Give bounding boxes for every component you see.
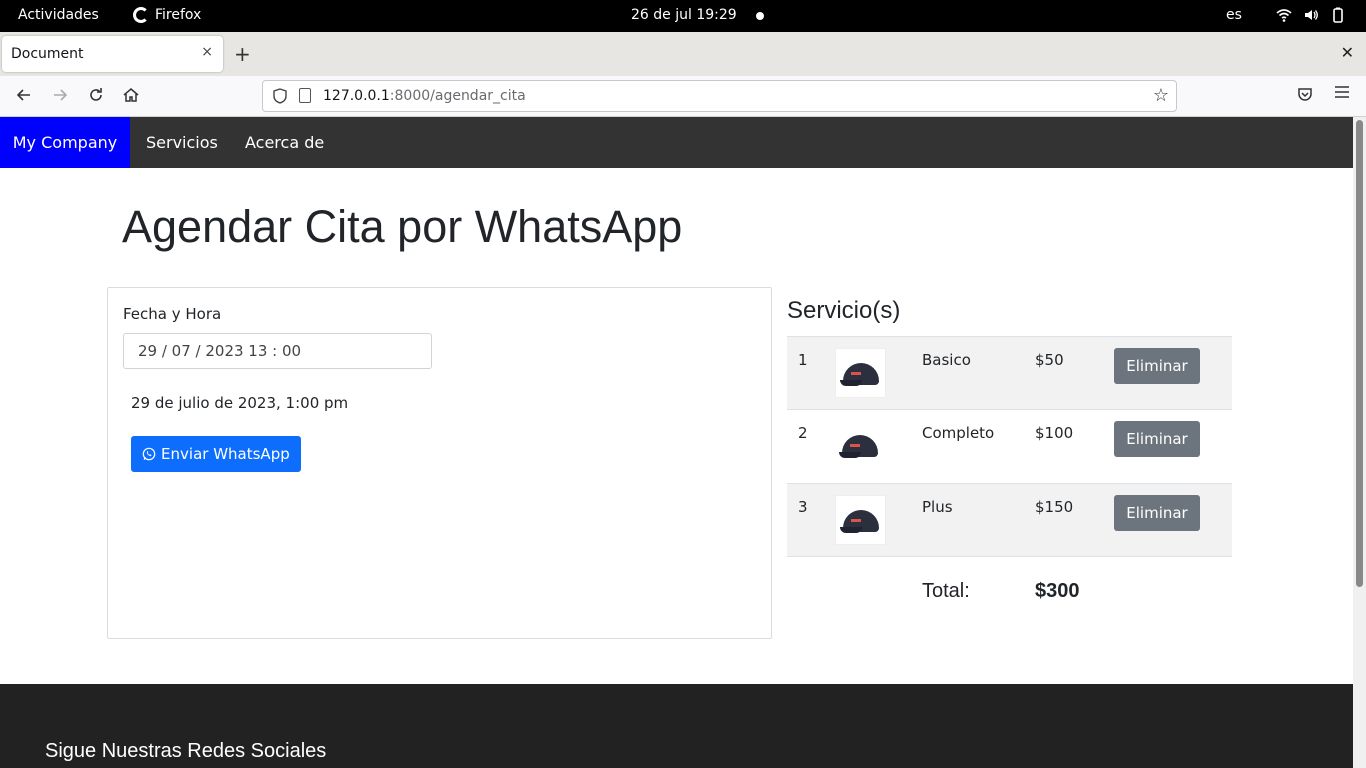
table-row: 2 Completo $100 Eliminar (787, 409, 1232, 483)
service-price: $50 (1035, 351, 1064, 369)
tracking-protection-icon[interactable] (272, 88, 288, 108)
forward-icon[interactable] (51, 86, 69, 109)
hamburger-menu-icon[interactable] (1334, 83, 1350, 105)
remove-service-button[interactable]: Eliminar (1114, 421, 1200, 457)
browser-toolbar: 127.0.0.1:8000/agendar_cita ☆ (0, 76, 1366, 117)
total-value: $300 (1035, 580, 1080, 602)
remove-service-button[interactable]: Eliminar (1114, 495, 1200, 531)
nav-link-servicios[interactable]: Servicios (146, 117, 218, 168)
url-host: 127.0.0.1 (323, 88, 390, 104)
whatsapp-icon (142, 447, 156, 461)
reload-icon[interactable] (87, 86, 105, 109)
app-menu[interactable]: Firefox (133, 7, 201, 23)
cap-thumbnail (835, 495, 886, 545)
close-window-icon[interactable]: ✕ (1341, 43, 1354, 62)
appointment-form-card: Fecha y Hora 29 / 07 / 2023 13 : 00 29 d… (107, 287, 772, 639)
service-price: $150 (1035, 498, 1074, 516)
clock[interactable]: 26 de jul 19:29 (631, 7, 737, 23)
formatted-date: 29 de julio de 2023, 1:00 pm (131, 394, 349, 412)
services-table: 1 Basico $50 Eliminar 2 Completo $100 El… (787, 336, 1232, 628)
row-number: 3 (798, 498, 808, 516)
home-icon[interactable] (122, 86, 140, 109)
cap-thumbnail (835, 421, 886, 471)
services-title: Servicio(s) (787, 297, 901, 324)
table-row: 1 Basico $50 Eliminar (787, 336, 1232, 409)
new-tab-button[interactable]: + (234, 42, 251, 66)
total-row: Total: $300 (787, 556, 1232, 628)
web-page: My Company Servicios Acerca de Agendar C… (0, 117, 1353, 768)
service-name: Plus (922, 498, 953, 516)
remove-service-button[interactable]: Eliminar (1114, 348, 1200, 384)
activities-button[interactable]: Actividades (18, 7, 99, 23)
page-scrollbar[interactable] (1353, 117, 1366, 768)
volume-icon (1303, 7, 1319, 23)
cap-thumbnail (835, 348, 886, 398)
browser-tab[interactable]: Document × (2, 36, 223, 72)
nav-link-acerca-de[interactable]: Acerca de (245, 117, 324, 168)
total-label: Total: (922, 580, 970, 602)
system-tray[interactable] (1276, 7, 1346, 23)
language-indicator[interactable]: es (1226, 7, 1242, 23)
table-row: 3 Plus $150 Eliminar (787, 483, 1232, 556)
url-bar[interactable]: 127.0.0.1:8000/agendar_cita ☆ (262, 80, 1177, 112)
site-footer: Sigue Nuestras Redes Sociales (0, 684, 1353, 768)
pocket-icon[interactable] (1297, 86, 1313, 106)
wifi-icon (1276, 7, 1292, 23)
service-name: Completo (922, 424, 995, 442)
service-price: $100 (1035, 424, 1074, 442)
battery-icon (1330, 7, 1346, 23)
tab-strip: Document × + ✕ (0, 32, 1366, 76)
service-name: Basico (922, 351, 971, 369)
close-tab-icon[interactable]: × (201, 44, 213, 60)
datetime-input[interactable]: 29 / 07 / 2023 13 : 00 (123, 333, 432, 369)
notification-dot-icon (756, 12, 764, 20)
datetime-label: Fecha y Hora (123, 305, 222, 323)
system-top-bar: Actividades Firefox 26 de jul 19:29 es (0, 0, 1366, 32)
site-navbar: My Company Servicios Acerca de (0, 117, 1353, 168)
back-icon[interactable] (15, 86, 33, 109)
firefox-icon (133, 7, 149, 23)
url-path: :8000/agendar_cita (389, 88, 526, 104)
app-name: Firefox (155, 7, 202, 23)
bookmark-star-icon[interactable]: ☆ (1153, 85, 1169, 106)
page-title: Agendar Cita por WhatsApp (122, 201, 683, 252)
send-whatsapp-button[interactable]: Enviar WhatsApp (131, 436, 301, 472)
social-media-heading: Sigue Nuestras Redes Sociales (45, 740, 327, 762)
row-number: 2 (798, 424, 808, 442)
tab-title: Document (11, 46, 84, 62)
brand-link[interactable]: My Company (0, 117, 130, 168)
whatsapp-button-label: Enviar WhatsApp (161, 445, 290, 463)
url-text[interactable]: 127.0.0.1:8000/agendar_cita (323, 88, 526, 104)
row-number: 1 (798, 351, 808, 369)
page-info-icon[interactable] (299, 88, 311, 103)
scrollbar-thumb[interactable] (1356, 120, 1363, 587)
